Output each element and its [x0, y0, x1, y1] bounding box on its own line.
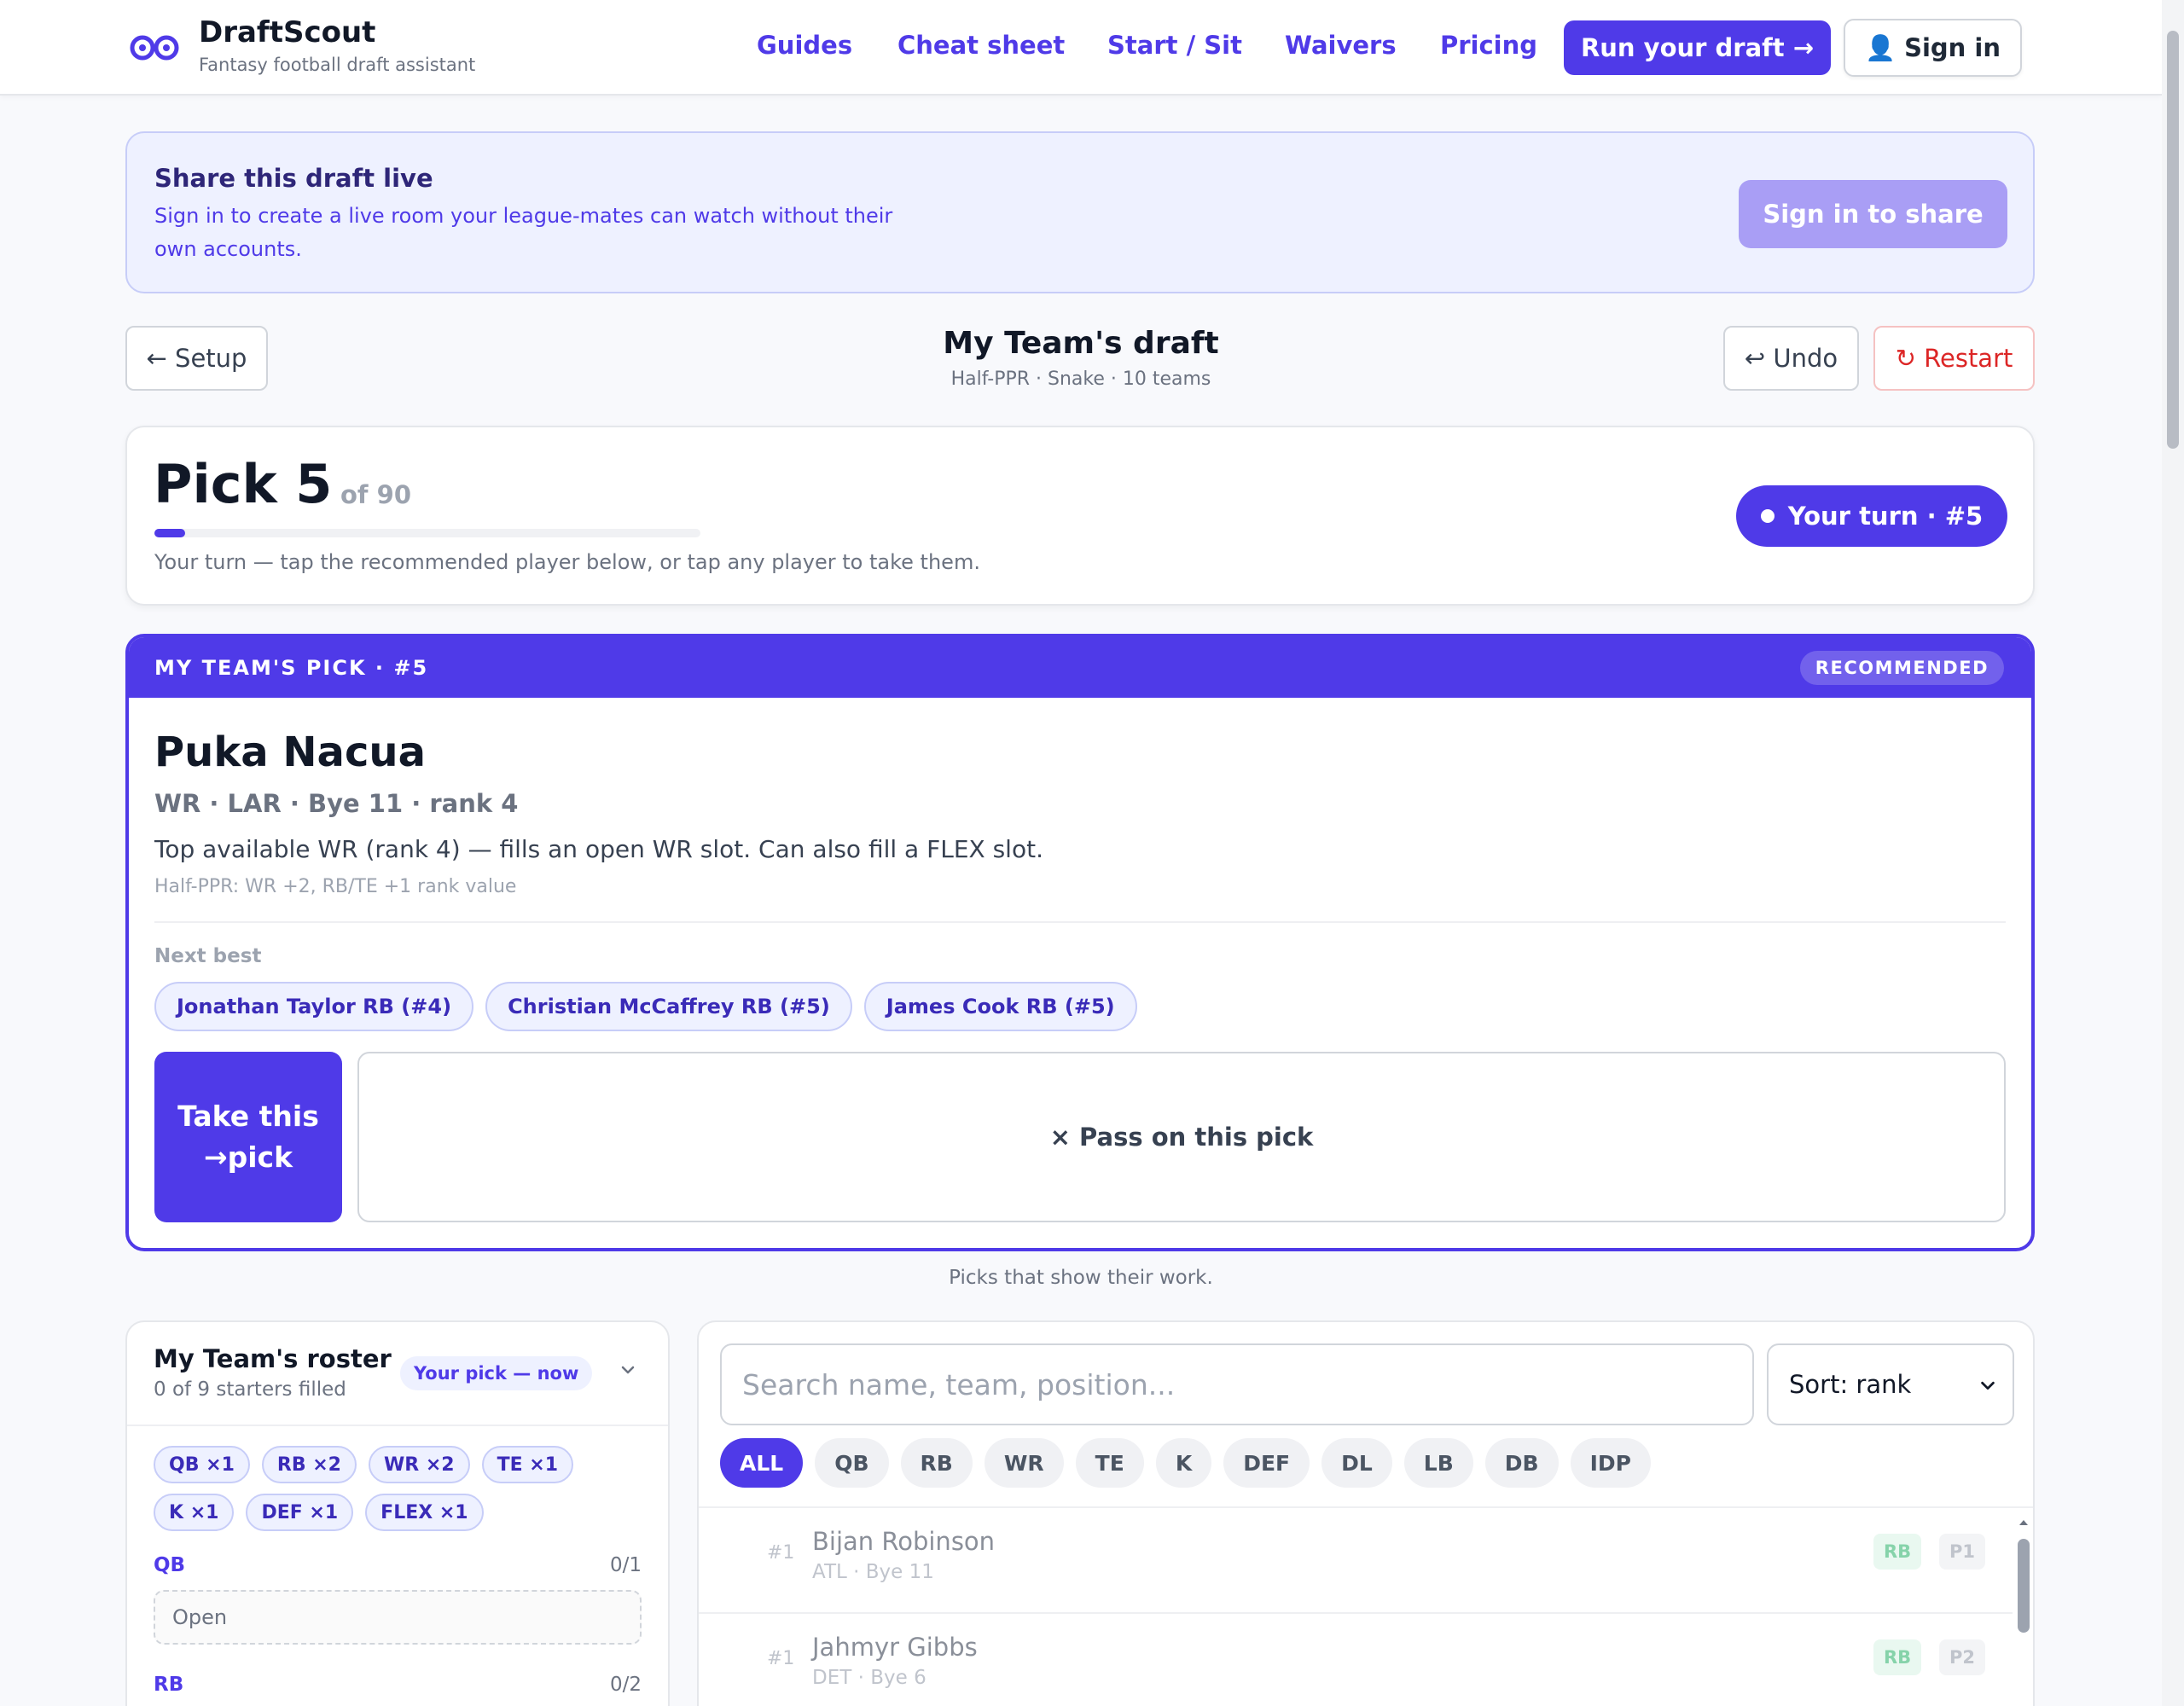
next-best-chip[interactable]: Jonathan Taylor RB (#4)	[154, 982, 474, 1031]
recommended-badge: RECOMMENDED	[1799, 651, 2004, 685]
share-banner: Share this draft live Sign in to create …	[125, 131, 2035, 293]
pick-number: Pick 5	[154, 453, 333, 515]
divider	[154, 921, 2006, 923]
player-rank: #1	[767, 1542, 795, 1564]
nav-link-pricing[interactable]: Pricing	[1440, 31, 1537, 60]
player-row[interactable]: #1 Bijan Robinson ATL · Bye 11 RB P1	[699, 1508, 2013, 1610]
recommendation-header-label: MY TEAM'S PICK · #5	[154, 656, 429, 680]
take-pick-button[interactable]: Take this →pick	[154, 1052, 342, 1222]
filter-k[interactable]: K	[1155, 1438, 1212, 1488]
recommended-player-meta: WR · LAR · Bye 11 · rank 4	[154, 789, 519, 818]
player-search-input[interactable]	[720, 1343, 1754, 1425]
filter-def[interactable]: DEF	[1223, 1438, 1310, 1488]
position-badge: RB	[1873, 1639, 1922, 1675]
pick-status-card: Pick 5 of 90 Your turn — tap the recomme…	[125, 426, 2035, 606]
sign-in-button[interactable]: 👤 Sign in	[1844, 19, 2022, 77]
slot-chip: DEF ×1	[246, 1494, 354, 1531]
logo-icon[interactable]	[130, 32, 179, 63]
share-title: Share this draft live	[154, 164, 433, 193]
filter-idp[interactable]: IDP	[1570, 1438, 1651, 1488]
roster-title: My Team's roster	[154, 1344, 392, 1373]
position-count-qb: 0/1	[609, 1554, 642, 1576]
filter-db[interactable]: DB	[1484, 1438, 1559, 1488]
player-list-scrollbar-thumb[interactable]	[2018, 1539, 2030, 1633]
tagline: Picks that show their work.	[949, 1267, 1213, 1289]
brand-tagline: Fantasy football draft assistant	[199, 55, 476, 75]
run-draft-button[interactable]: Run your draft →	[1564, 20, 1831, 75]
next-best-list: Jonathan Taylor RB (#4) Christian McCaff…	[154, 982, 1137, 1031]
filter-all[interactable]: ALL	[720, 1438, 804, 1488]
position-count-rb: 0/2	[609, 1674, 642, 1696]
page-scrollbar[interactable]	[2162, 0, 2184, 1706]
recommendation-reason: Top available WR (rank 4) — fills an ope…	[154, 835, 1043, 863]
player-name: Bijan Robinson	[812, 1527, 996, 1556]
sort-select[interactable]: Sort: rank	[1767, 1343, 2014, 1425]
brand-name[interactable]: DraftScout	[199, 15, 375, 49]
roster-slot-requirements: QB ×1 RB ×2 WR ×2 TE ×1 K ×1 DEF ×1 FLEX…	[154, 1446, 631, 1531]
player-rank: #1	[767, 1648, 795, 1669]
slot-chip: TE ×1	[481, 1446, 574, 1483]
draft-progress-bar	[154, 529, 700, 537]
player-team-bye: DET · Bye 6	[812, 1667, 926, 1689]
filter-rb[interactable]: RB	[900, 1438, 973, 1488]
sign-in-to-share-button[interactable]: Sign in to share	[1739, 180, 2007, 248]
slot-chip: RB ×2	[261, 1446, 357, 1483]
position-badge: RB	[1873, 1534, 1922, 1570]
roster-panel: My Team's roster 0 of 9 starters filled …	[125, 1320, 670, 1706]
position-filter-bar: ALL QB RB WR TE K DEF DL LB DB IDP	[720, 1438, 1651, 1488]
filter-dl[interactable]: DL	[1321, 1438, 1392, 1488]
slot-chip: K ×1	[154, 1494, 235, 1531]
page-scrollbar-thumb[interactable]	[2167, 31, 2179, 449]
position-label-rb: RB	[154, 1674, 184, 1696]
player-list-scrollbar[interactable]	[2013, 1517, 2033, 1706]
filter-wr[interactable]: WR	[984, 1438, 1064, 1488]
scoring-note: Half-PPR: WR +2, RB/TE +1 rank value	[154, 876, 517, 897]
sign-in-label: Sign in	[1904, 33, 2001, 62]
user-icon: 👤	[1864, 32, 1896, 62]
next-best-chip[interactable]: Christian McCaffrey RB (#5)	[485, 982, 852, 1031]
open-roster-slot: Open	[154, 1590, 642, 1645]
roster-subtitle: 0 of 9 starters filled	[154, 1378, 346, 1401]
player-row[interactable]: #1 Jahmyr Gibbs DET · Bye 6 RB P2	[699, 1612, 2013, 1706]
share-description: Sign in to create a live room your leagu…	[154, 204, 893, 261]
nav-link-guides[interactable]: Guides	[757, 31, 852, 60]
scroll-up-arrow-icon[interactable]	[2018, 1517, 2030, 1529]
filter-qb[interactable]: QB	[815, 1438, 889, 1488]
tier-badge: P2	[1939, 1639, 1986, 1675]
next-best-label: Next best	[154, 945, 262, 967]
divider	[127, 1425, 668, 1426]
tier-badge: P1	[1939, 1534, 1986, 1570]
filter-lb[interactable]: LB	[1403, 1438, 1473, 1488]
slot-chip: QB ×1	[154, 1446, 250, 1483]
next-best-chip[interactable]: James Cook RB (#5)	[863, 982, 1137, 1031]
filter-te[interactable]: TE	[1075, 1438, 1144, 1488]
player-team-bye: ATL · Bye 11	[812, 1561, 934, 1583]
pass-pick-button[interactable]: × Pass on this pick	[357, 1052, 2006, 1222]
status-dot-icon	[1760, 509, 1774, 523]
undo-button[interactable]: ↩ Undo	[1723, 326, 1859, 391]
restart-button[interactable]: ↻ Restart	[1873, 326, 2035, 391]
nav-link-start-sit[interactable]: Start / Sit	[1107, 31, 1242, 60]
your-turn-pill: Your turn · #5	[1736, 485, 2007, 547]
sort-select-value: Sort: rank	[1789, 1370, 1912, 1399]
recommendation-card: MY TEAM'S PICK · #5 RECOMMENDED Puka Nac…	[125, 634, 2035, 1251]
player-board: Sort: rank ALL QB RB WR TE K DEF DL LB D…	[697, 1320, 2035, 1706]
position-label-qb: QB	[154, 1554, 186, 1576]
player-name: Jahmyr Gibbs	[812, 1633, 978, 1662]
your-turn-label: Your turn · #5	[1787, 502, 1984, 531]
recommended-player-name: Puka Nacua	[154, 728, 426, 776]
draft-progress-fill	[154, 529, 185, 537]
nav-link-waivers[interactable]: Waivers	[1285, 31, 1397, 60]
pick-hint: Your turn — tap the recommended player b…	[154, 550, 980, 574]
your-pick-now-badge: Your pick — now	[400, 1356, 593, 1390]
top-nav: DraftScout Fantasy football draft assist…	[0, 0, 2162, 96]
nav-link-cheat-sheet[interactable]: Cheat sheet	[897, 31, 1065, 60]
recommendation-header: MY TEAM'S PICK · #5 RECOMMENDED	[129, 637, 2031, 698]
pick-total: of 90	[340, 480, 411, 509]
slot-chip: WR ×2	[368, 1446, 470, 1483]
chevron-down-icon[interactable]	[618, 1360, 638, 1380]
chevron-down-icon	[1981, 1381, 1995, 1390]
slot-chip: FLEX ×1	[365, 1494, 484, 1531]
